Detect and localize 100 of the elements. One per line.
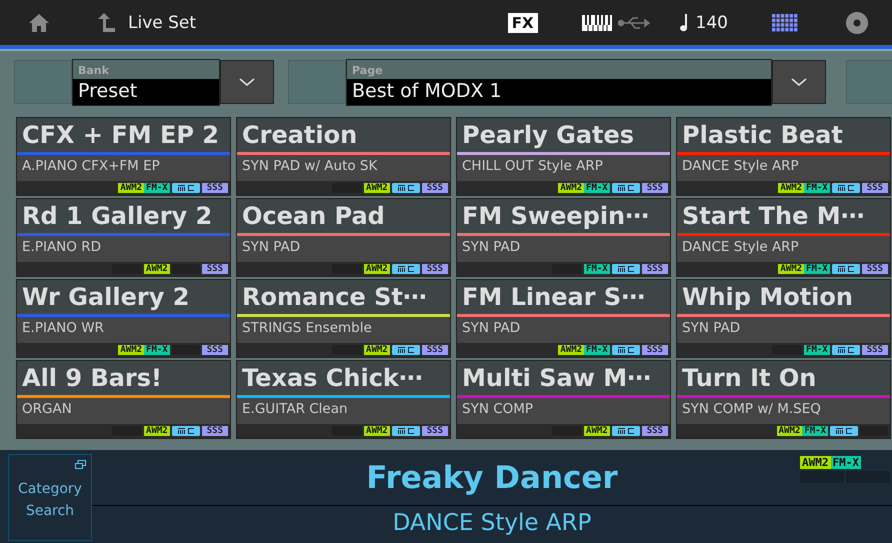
performance-name: Romance St⋯ [237,280,450,314]
home-icon[interactable] [28,12,50,32]
keyboard-icon[interactable] [582,14,612,30]
engine-badge: AWM2 [364,426,390,436]
performance-tile[interactable]: Ocean Pad SYN PAD AWM2 SSS [236,198,451,277]
performance-tile[interactable]: FM Linear S⋯ SYN PAD AWM2 FM-X SSS [456,279,671,358]
sss-badge: SSS [862,345,888,355]
performance-tile[interactable]: Start The M⋯ DANCE Style ARP AWM2 FM-X SSS [676,198,891,277]
performance-category: E.PIANO WR [21,319,105,337]
engine-badge: FM-X [804,264,830,274]
performance-name: Ocean Pad [237,199,450,233]
engine-badge: AWM2 [118,345,144,355]
tempo-value[interactable]: 140 [696,12,728,32]
performance-category: SYN PAD [241,238,302,256]
sss-badge: SSS [202,183,228,193]
performance-name: Start The M⋯ [677,199,890,233]
sss-badge: SSS [422,264,448,274]
performance-category: SYN COMP w/ M.SEQ [681,400,822,418]
sss-badge: SSS [202,264,228,274]
performance-tile[interactable]: Rd 1 Gallery 2 E.PIANO RD AWM2 SSS [16,198,231,277]
performance-category: E.PIANO RD [21,238,102,256]
performance-tile[interactable]: Multi Saw M⋯ SYN COMP AWM2 SSS [456,360,671,439]
performance-tile[interactable]: Romance St⋯ STRINGS Ensemble AWM2 SSS [236,279,451,358]
engine-badge: AWM2 [800,456,830,469]
performance-name: Plastic Beat [677,118,890,152]
performance-category: CHILL OUT Style ARP [461,157,604,175]
engine-badge: FM-X [804,183,830,193]
bank-field[interactable]: Bank Preset [72,58,220,106]
performance-tile[interactable]: CFX + FM EP 2 A.PIANO CFX+FM EP AWM2 FM-X SSS [16,117,231,196]
performance-name: Texas Chick⋯ [237,361,450,395]
performance-category: DANCE Style ARP [681,238,800,256]
engine-badge: AWM2 [364,183,390,193]
sss-badge: SSS [422,426,448,436]
performance-name: FM Sweepin⋯ [457,199,670,233]
engine-badge: FM-X [584,183,610,193]
engine-badge: AWM2 [584,426,610,436]
engine-badge: FM-X [144,183,170,193]
performance-name: All 9 Bars! [17,361,230,395]
performance-tile[interactable]: FM Sweepin⋯ SYN PAD FM-X SSS [456,198,671,277]
performance-tile[interactable]: All 9 Bars! ORGAN AWM2 SSS [16,360,231,439]
engine-badge: FM-X [584,264,610,274]
performance-name: Whip Motion [677,280,890,314]
performance-name: Creation [237,118,450,152]
performance-tile[interactable]: Pearly Gates CHILL OUT Style ARP AWM2 FM-X SSS [456,117,671,196]
popup-icon [75,460,86,469]
engine-badge: AWM2 [778,264,804,274]
engine-badge: AWM2 [364,345,390,355]
performance-category: DANCE Style ARP [681,157,800,175]
fx-button[interactable]: FX [508,12,538,32]
engine-badge: AWM2 [118,183,144,193]
usb-icon [618,16,650,30]
performance-tile[interactable]: Whip Motion SYN PAD FM-X SSS [676,279,891,358]
sss-badge: SSS [202,426,228,436]
engine-badge: FM-X [804,345,830,355]
engine-badge: AWM2 [558,183,584,193]
chevron-icon [791,78,807,86]
window-title: Live Set [128,12,196,32]
sss-badge: SSS [642,264,668,274]
performance-name: Rd 1 Gallery 2 [17,199,230,233]
note-icon [678,14,688,32]
performance-category: E.GUITAR Clean [241,400,349,418]
page-label: Page [347,60,771,78]
bank-label: Bank [73,60,219,78]
page-value: Best of MODX 1 [347,78,771,104]
bank-value: Preset [73,78,219,104]
performance-name: FM Linear S⋯ [457,280,670,314]
up-arrow-icon[interactable] [98,12,116,32]
engine-badge: FM-X [802,426,828,436]
current-performance-name: Freaky Dancer [366,460,618,496]
sss-badge: SSS [202,345,228,355]
sss-badge: SSS [642,345,668,355]
performance-tile[interactable]: Creation SYN PAD w/ Auto SK AWM2 SSS [236,117,451,196]
category-search-button[interactable]: Category Search [8,454,92,541]
performance-tile[interactable]: Turn It On SYN COMP w/ M.SEQ AWM2 FM-X [676,360,891,439]
performance-category: STRINGS Ensemble [241,319,373,337]
engine-badge: AWM2 [144,426,170,436]
performance-category: SYN PAD [461,319,522,337]
performance-name: Multi Saw M⋯ [457,361,670,395]
performance-tile[interactable]: Plastic Beat DANCE Style ARP AWM2 FM-X SSS [676,117,891,196]
performance-name: Wr Gallery 2 [17,280,230,314]
performance-tile[interactable]: Texas Chick⋯ E.GUITAR Clean AWM2 SSS [236,360,451,439]
performance-tile[interactable]: Wr Gallery 2 E.PIANO WR AWM2 FM-X SSS [16,279,231,358]
engine-badge: FM-X [144,345,170,355]
engine-badge: AWM2 [558,345,584,355]
performance-name: CFX + FM EP 2 [17,118,230,152]
engine-badge: AWM2 [776,426,802,436]
engine-badge: AWM2 [364,264,390,274]
performance-category: SYN COMP [461,400,534,418]
engine-badge: AWM2 [144,264,170,274]
performance-category: A.PIANO CFX+FM EP [21,157,161,175]
settings-icon[interactable] [846,12,868,34]
performance-category: SYN PAD [461,238,522,256]
engine-badge: AWM2 [778,183,804,193]
performance-name: Pearly Gates [457,118,670,152]
grid-icon[interactable] [772,14,798,32]
performance-category: SYN PAD [681,319,742,337]
page-field[interactable]: Page Best of MODX 1 [346,58,772,106]
sss-badge: SSS [642,183,668,193]
chevron-icon [239,78,255,86]
engine-badge: FM-X [830,456,861,469]
